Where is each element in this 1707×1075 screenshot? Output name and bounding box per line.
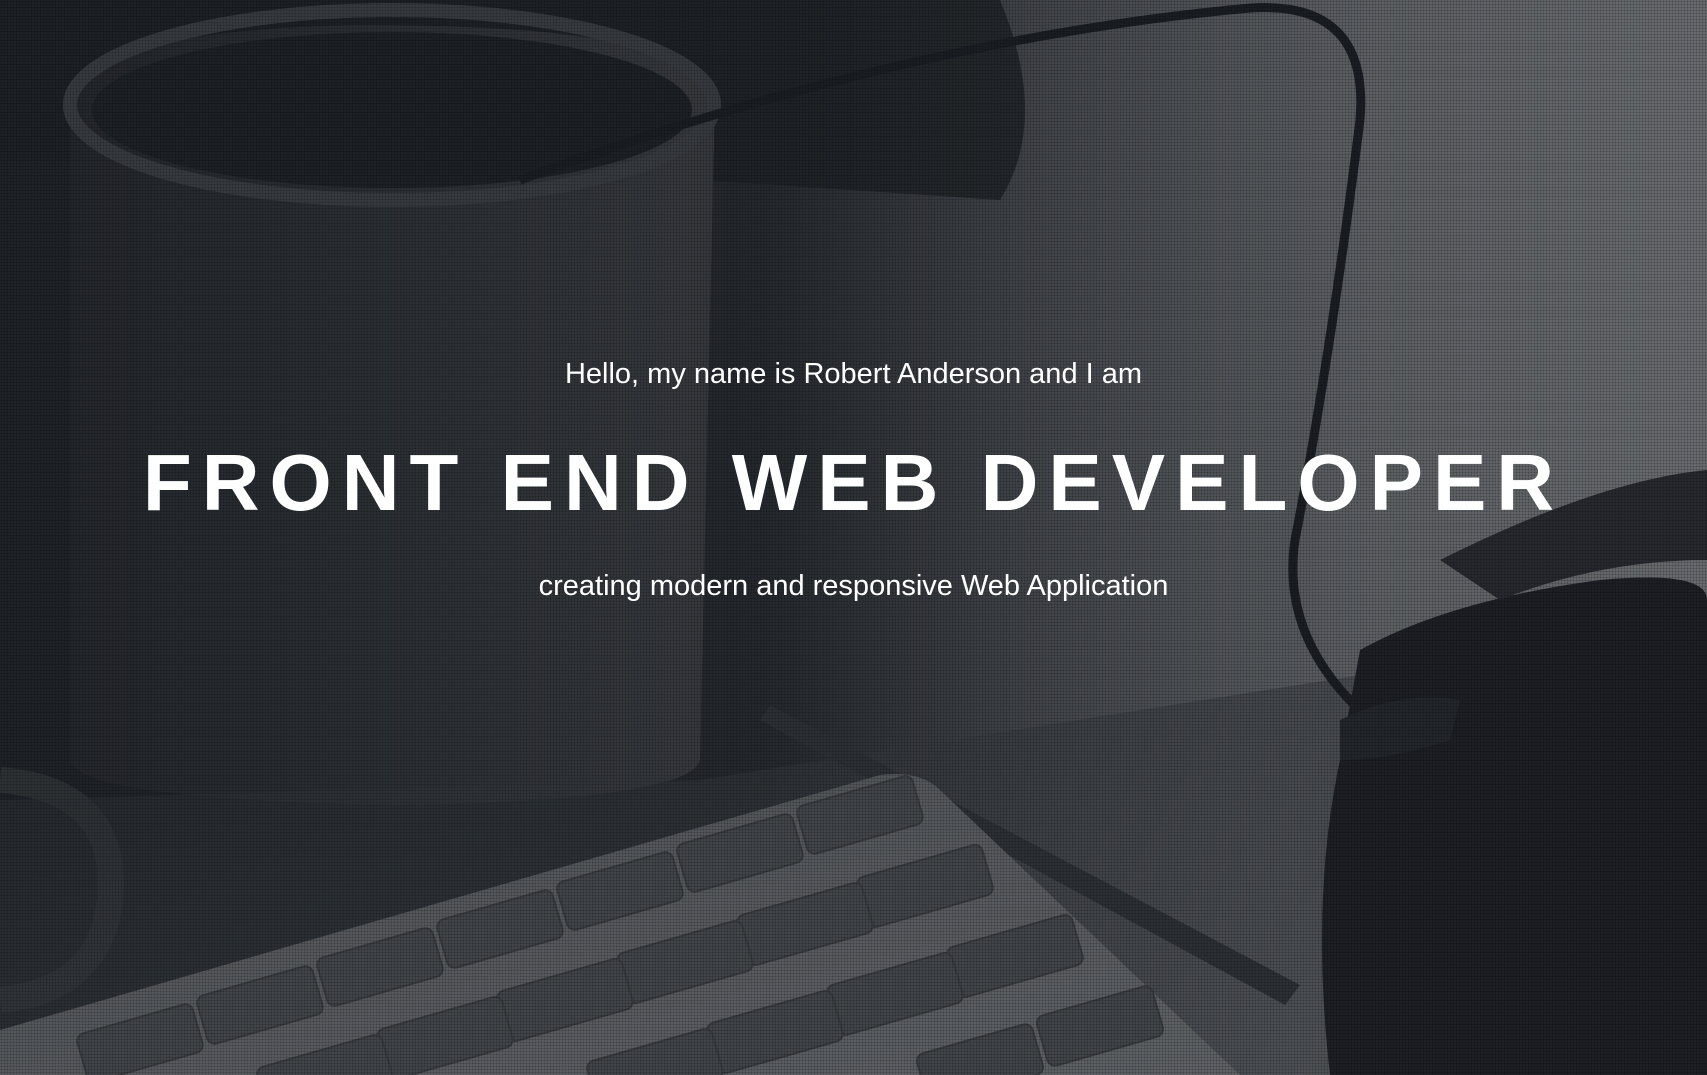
hero-content: Hello, my name is Robert Anderson and I … (0, 0, 1707, 1075)
intro-text: Hello, my name is Robert Anderson and I … (564, 358, 1143, 390)
hero-section: Hello, my name is Robert Anderson and I … (0, 0, 1707, 1075)
tagline-text: creating modern and responsive Web Appli… (538, 570, 1169, 602)
headline-title: FRONT END WEB DEVELOPER (142, 438, 1565, 527)
